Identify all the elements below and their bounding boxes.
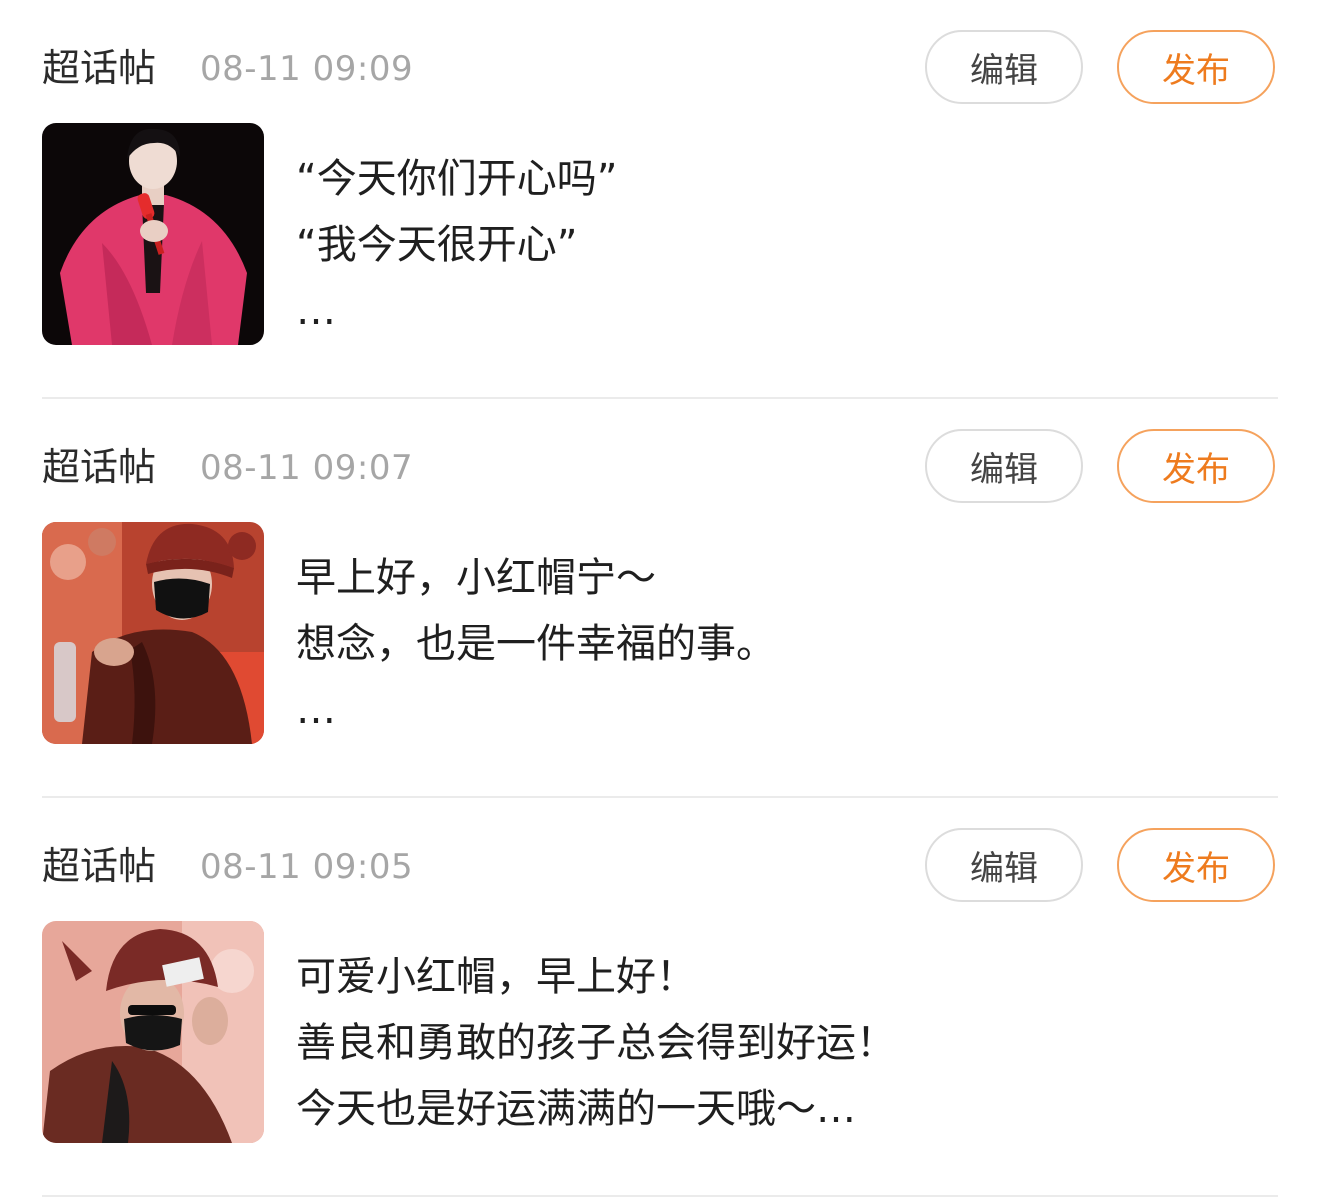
edit-button[interactable]: 编辑	[925, 30, 1083, 104]
post-content-line: 善良和勇敢的孩子总会得到好运！	[296, 1020, 896, 1066]
post-content-line: 想念，也是一件幸福的事。	[296, 621, 776, 667]
post-item[interactable]: 超话帖 08-11 09:09 编辑 发布 “今天你们开心吗” “我今天很开心”…	[0, 0, 1320, 399]
post-thumbnail[interactable]	[42, 123, 264, 345]
post-type-label: 超话帖	[42, 46, 157, 90]
post-type-label: 超话帖	[42, 445, 157, 489]
publish-button[interactable]: 发布	[1117, 429, 1275, 503]
post-content: “今天你们开心吗” “我今天很开心” …	[296, 146, 617, 344]
publish-button[interactable]: 发布	[1117, 828, 1275, 902]
post-content-line: “我今天很开心”	[296, 222, 578, 268]
post-timestamp: 08-11 09:07	[200, 448, 414, 488]
post-timestamp: 08-11 09:09	[200, 49, 414, 89]
post-thumbnail[interactable]	[42, 921, 264, 1143]
post-item[interactable]: 超话帖 08-11 09:07 编辑 发布 早上好，小红帽宁～ 想念，也是一件幸…	[0, 399, 1320, 798]
post-content-line: 今天也是好运满满的一天哦～…	[296, 1086, 856, 1132]
edit-button[interactable]: 编辑	[925, 429, 1083, 503]
post-timestamp: 08-11 09:05	[200, 847, 414, 887]
post-content: 可爱小红帽，早上好！ 善良和勇敢的孩子总会得到好运！ 今天也是好运满满的一天哦～…	[296, 944, 896, 1142]
post-content-line: “今天你们开心吗”	[296, 156, 618, 202]
post-divider	[42, 1195, 1278, 1197]
edit-button[interactable]: 编辑	[925, 828, 1083, 902]
post-item[interactable]: 超话帖 08-11 09:05 编辑 发布 可爱小红帽，早上好！ 善良和勇敢的孩…	[0, 798, 1320, 1197]
post-content: 早上好，小红帽宁～ 想念，也是一件幸福的事。 …	[296, 545, 776, 743]
publish-button[interactable]: 发布	[1117, 30, 1275, 104]
post-type-label: 超话帖	[42, 844, 157, 888]
post-thumbnail[interactable]	[42, 522, 264, 744]
post-content-line: …	[296, 687, 336, 733]
post-content-line: 可爱小红帽，早上好！	[296, 954, 696, 1000]
post-content-line: 早上好，小红帽宁～	[296, 555, 656, 601]
post-content-line: …	[296, 288, 336, 334]
